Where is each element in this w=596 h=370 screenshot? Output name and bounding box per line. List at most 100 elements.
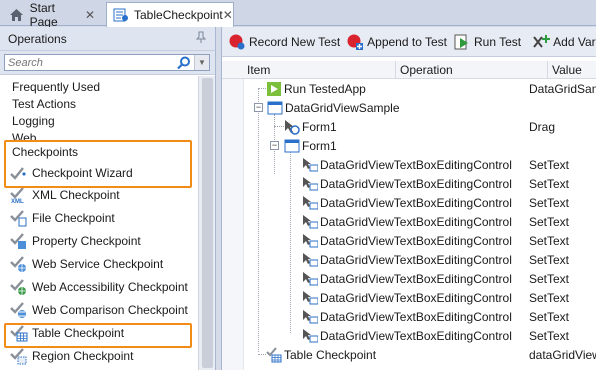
pin-icon[interactable]: [195, 31, 207, 46]
cursor-control-icon: [302, 214, 318, 230]
run-tested-app-icon: [266, 81, 282, 97]
table-row[interactable]: − Form1: [222, 136, 596, 155]
table-row[interactable]: DataGridViewTextBoxEditingControl SetTex…: [222, 212, 596, 231]
row-item: DataGridViewSample: [285, 101, 400, 115]
column-header-operation[interactable]: Operation: [400, 63, 453, 77]
category-frequently-used[interactable]: Frequently Used: [0, 79, 198, 96]
table-row[interactable]: Run TestedApp DataGridSamp: [222, 79, 596, 98]
row-value: SetText: [529, 310, 570, 324]
row-value: SetText: [529, 272, 570, 286]
op-label: Web Service Checkpoint: [32, 256, 164, 271]
add-variable-button[interactable]: Add Vari: [532, 33, 596, 51]
op-web-service-checkpoint[interactable]: Web Service Checkpoint: [0, 252, 198, 275]
op-property-checkpoint[interactable]: Property Checkpoint: [0, 229, 198, 252]
op-xml-checkpoint[interactable]: XML XML Checkpoint: [0, 183, 198, 206]
row-value: SetText: [529, 158, 570, 172]
column-header-value[interactable]: Value: [552, 63, 582, 77]
category-logging[interactable]: Logging: [0, 113, 198, 130]
toolbar-label: Record New Test: [249, 34, 341, 49]
cursor-control-icon: [302, 290, 318, 306]
grid-header: Item Operation Value: [222, 61, 596, 79]
row-item: Table Checkpoint: [284, 348, 377, 362]
run-icon: [453, 33, 471, 51]
table-checkpoint-icon: [266, 347, 282, 363]
table-row[interactable]: DataGridViewTextBoxEditingControl SetTex…: [222, 269, 596, 288]
op-label: File Checkpoint: [32, 210, 115, 225]
table-row[interactable]: Table Checkpoint dataGridView1: [222, 345, 596, 364]
category-test-actions[interactable]: Test Actions: [0, 96, 198, 113]
process-icon: [267, 100, 283, 116]
cursor-control-icon: [302, 328, 318, 344]
operations-panel: Operations ▼ Frequently Used Test Action…: [0, 27, 216, 370]
table-row[interactable]: DataGridViewTextBoxEditingControl SetTex…: [222, 250, 596, 269]
keyword-test-editor: Record New Test Append to Test Run Test …: [221, 27, 596, 370]
close-icon[interactable]: ✕: [223, 8, 233, 22]
window-icon: [284, 138, 300, 154]
close-icon[interactable]: ✕: [85, 8, 95, 22]
column-header-item[interactable]: Item: [247, 63, 270, 77]
web-service-checkpoint-icon: [10, 255, 28, 273]
op-file-checkpoint[interactable]: File Checkpoint: [0, 206, 198, 229]
table-row[interactable]: DataGridViewTextBoxEditingControl SetTex…: [222, 174, 596, 193]
svg-text:XML: XML: [11, 199, 24, 204]
toolbar-label: Append to Test: [367, 34, 447, 49]
cursor-control-icon: [302, 195, 318, 211]
table-row[interactable]: DataGridViewTextBoxEditingControl SetTex…: [222, 155, 596, 174]
xml-checkpoint-icon: XML: [10, 186, 28, 204]
table-row[interactable]: DataGridViewTextBoxEditingControl SetTex…: [222, 193, 596, 212]
cursor-control-icon: [302, 252, 318, 268]
record-icon: [228, 33, 246, 51]
row-item: DataGridViewTextBoxEditingControl: [320, 329, 512, 343]
op-label: Checkpoint Wizard: [32, 165, 133, 180]
on-screen-action-icon: [284, 119, 300, 135]
home-icon: [9, 7, 25, 23]
chevron-down-icon[interactable]: ▼: [194, 55, 209, 70]
editor-toolbar: Record New Test Append to Test Run Test …: [222, 27, 596, 57]
row-item: DataGridViewTextBoxEditingControl: [320, 234, 512, 248]
cursor-control-icon: [302, 157, 318, 173]
table-row[interactable]: DataGridViewTextBoxEditingControl SetTex…: [222, 231, 596, 250]
row-value: SetText: [529, 234, 570, 248]
collapse-icon[interactable]: −: [270, 141, 279, 150]
row-value: dataGridView1: [529, 348, 596, 362]
record-new-test-button[interactable]: Record New Test: [228, 33, 340, 51]
row-item: DataGridViewTextBoxEditingControl: [320, 177, 512, 191]
op-label: Property Checkpoint: [32, 233, 141, 248]
category-checkpoints[interactable]: Checkpoints: [0, 142, 198, 162]
collapse-icon[interactable]: −: [254, 103, 263, 112]
web-comparison-checkpoint-icon: [10, 301, 28, 319]
row-value: SetText: [529, 177, 570, 191]
row-item: DataGridViewTextBoxEditingControl: [320, 310, 512, 324]
column-divider[interactable]: [395, 61, 396, 79]
tab-label: Start Page: [29, 0, 58, 29]
category-web[interactable]: Web: [0, 130, 198, 140]
search-icon[interactable]: [177, 56, 191, 70]
operations-scrollbar[interactable]: [198, 76, 215, 370]
op-web-comparison-checkpoint[interactable]: Web Comparison Checkpoint: [0, 298, 198, 321]
tab-start-page[interactable]: Start Page ✕: [2, 0, 102, 29]
op-label: Web Comparison Checkpoint: [32, 302, 188, 317]
table-row[interactable]: − DataGridViewSample: [222, 98, 596, 117]
operations-panel-header: Operations: [0, 27, 215, 51]
op-table-checkpoint[interactable]: Table Checkpoint: [0, 321, 198, 344]
table-row[interactable]: DataGridViewTextBoxEditingControl SetTex…: [222, 307, 596, 326]
region-checkpoint-icon: [10, 347, 28, 365]
checkpoint-wizard-icon: [10, 164, 28, 182]
run-test-button[interactable]: Run Test: [453, 33, 521, 51]
table-row[interactable]: DataGridViewTextBoxEditingControl SetTex…: [222, 288, 596, 307]
append-to-test-button[interactable]: Append to Test: [346, 33, 447, 51]
row-value: DataGridSamp: [529, 82, 596, 96]
op-region-checkpoint[interactable]: Region Checkpoint: [0, 344, 198, 367]
search-input[interactable]: [5, 55, 175, 71]
search-row: ▼: [0, 51, 215, 75]
panel-title: Operations: [8, 31, 67, 46]
tab-table-checkpoint[interactable]: TableCheckpoint ✕: [106, 2, 234, 27]
search-box: ▼: [4, 54, 210, 71]
table-row[interactable]: DataGridViewTextBoxEditingControl SetTex…: [222, 326, 596, 345]
scrollbar-thumb[interactable]: [202, 78, 213, 368]
table-row[interactable]: Form1 Drag: [222, 117, 596, 136]
op-checkpoint-wizard[interactable]: Checkpoint Wizard: [0, 162, 198, 183]
op-web-accessibility-checkpoint[interactable]: Web Accessibility Checkpoint: [0, 275, 198, 298]
row-item: DataGridViewTextBoxEditingControl: [320, 253, 512, 267]
column-divider[interactable]: [547, 61, 548, 79]
